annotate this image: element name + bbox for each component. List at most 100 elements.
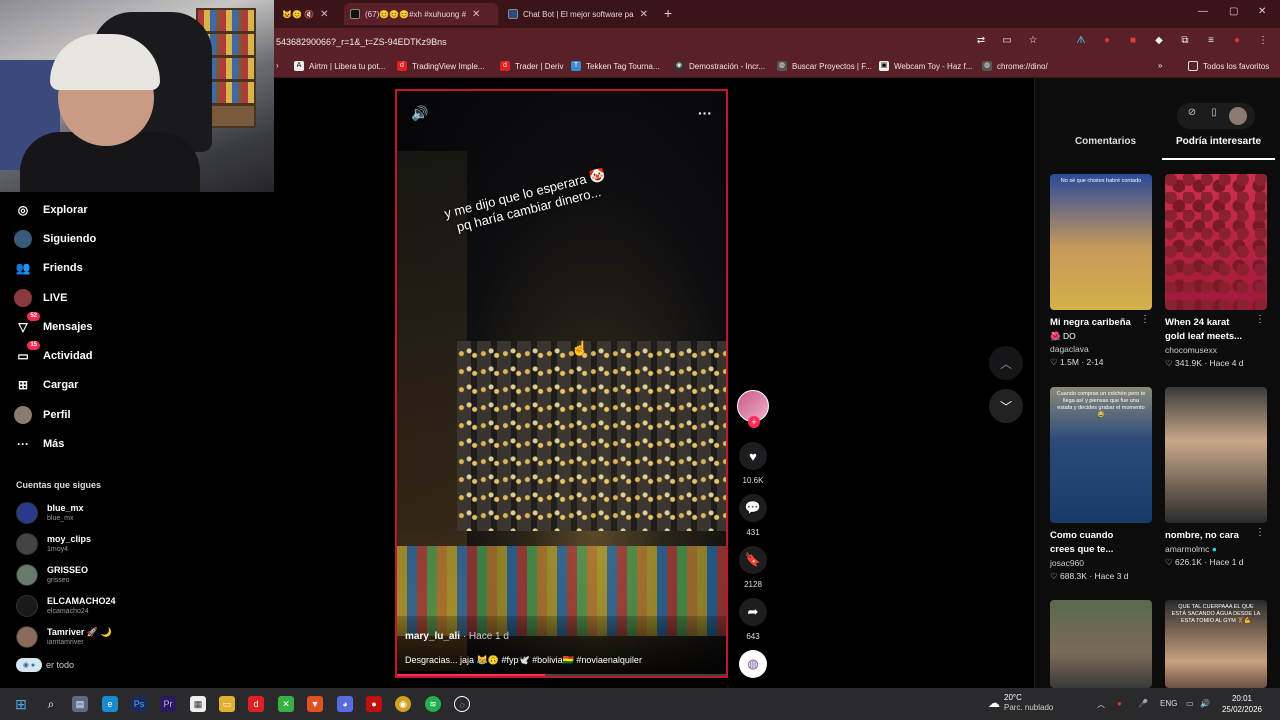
- premiere-icon[interactable]: Pr: [160, 696, 176, 712]
- bookmark-item[interactable]: ◉ Demostración - Incr...: [674, 61, 765, 71]
- deriv-icon[interactable]: d: [248, 696, 264, 712]
- card-more-icon[interactable]: ⋮: [1255, 527, 1265, 538]
- kebab-menu-icon[interactable]: ⋮: [1256, 35, 1270, 46]
- video-thumbnail[interactable]: [1165, 174, 1267, 310]
- recommended-video-card[interactable]: QUE TAL CUERPAAA EL QUE ESTÁ SACANDO ÁGU…: [1165, 600, 1267, 688]
- bookmark-overflow[interactable]: ›: [276, 61, 279, 70]
- windows-start-icon[interactable]: ⊞: [13, 696, 29, 712]
- extension-icon[interactable]: ●: [1100, 35, 1114, 46]
- tab-podria-interesarte[interactable]: Podría interesarte: [1162, 136, 1275, 160]
- bookmark-item[interactable]: d Trader | Deriv: [500, 61, 563, 71]
- mic-icon[interactable]: 🎤: [1138, 699, 1148, 708]
- card-more-icon[interactable]: ⋮: [1255, 314, 1265, 325]
- weather-widget[interactable]: ☁ 20°C Parc. nublado: [988, 693, 1053, 713]
- video-thumbnail[interactable]: [1165, 387, 1267, 523]
- bookmarks-overflow-chevron[interactable]: »: [1158, 61, 1162, 70]
- volume-icon[interactable]: 🔊: [1200, 699, 1210, 708]
- all-bookmarks-folder[interactable]: Todos los favoritos: [1188, 61, 1269, 71]
- nav-actividad[interactable]: ▭ 15 Actividad: [14, 341, 93, 367]
- recommended-video-card[interactable]: Cuando compras un colchón pero te llega …: [1050, 387, 1152, 583]
- tray-app-icon[interactable]: ●: [1117, 699, 1122, 708]
- recommended-video-card[interactable]: [1050, 600, 1152, 688]
- video-thumbnail[interactable]: QUE TAL CUERPAAA EL QUE ESTÁ SACANDO ÁGU…: [1165, 600, 1267, 688]
- comment-button[interactable]: 💬 431: [736, 494, 770, 537]
- translate-icon[interactable]: ⇄: [974, 35, 988, 46]
- recommended-video-card[interactable]: No sé que chistes habré contado Mi negra…: [1050, 174, 1152, 369]
- browser-tab[interactable]: 😺😊 🔇 ✕: [276, 3, 340, 25]
- nav-mas[interactable]: ··· Más: [14, 433, 64, 455]
- taskview-icon[interactable]: ▤: [72, 696, 88, 712]
- cast-icon[interactable]: ▭: [1000, 35, 1014, 46]
- like-button[interactable]: ♥ 10.6K: [736, 442, 770, 485]
- next-video-button[interactable]: ﹀: [989, 389, 1023, 423]
- browser-tab-active[interactable]: (67)😊😊😊#xh #xuhuong # ✕: [344, 3, 498, 25]
- close-icon[interactable]: ✕: [320, 9, 328, 20]
- nav-perfil[interactable]: Perfil: [14, 404, 71, 426]
- followed-account[interactable]: blue_mx blue_mx: [16, 500, 84, 526]
- language-indicator[interactable]: ENG: [1160, 699, 1177, 708]
- recommended-video-card[interactable]: nombre, no cara ⋮ amarmolmc ● ♡ 626.1K ·…: [1165, 387, 1267, 569]
- nav-mensajes[interactable]: ▽ 52 Mensajes: [14, 312, 93, 338]
- bookmark-item[interactable]: ◍ chrome://dino/: [982, 61, 1048, 71]
- author-name[interactable]: mary_lu_ali: [405, 631, 460, 642]
- nav-explorar[interactable]: ◎ Explorar: [14, 199, 88, 221]
- system-clock[interactable]: 20:01 25/02/2026: [1210, 693, 1274, 715]
- previous-video-button[interactable]: ︿: [989, 346, 1023, 380]
- extension-icon[interactable]: ■: [1126, 35, 1140, 46]
- bookmark-item[interactable]: T Tekken Tag Tourna...: [571, 61, 660, 71]
- sound-button[interactable]: ◍: [736, 650, 770, 678]
- puzzle-icon[interactable]: ⧉: [1178, 35, 1192, 46]
- followed-account[interactable]: Tamriver 🚀 🌙 iamtamriver: [16, 624, 112, 650]
- bookmark-item[interactable]: ◍ Buscar Proyectos | F...: [777, 61, 872, 71]
- tab-comentarios[interactable]: Comentarios: [1049, 136, 1162, 160]
- follow-plus-icon[interactable]: +: [748, 416, 760, 428]
- save-button[interactable]: 🔖 2128: [736, 546, 770, 589]
- compass-icon[interactable]: ⊘: [1185, 107, 1199, 125]
- star-icon[interactable]: ☆: [1026, 35, 1040, 46]
- folder-icon[interactable]: ▭: [219, 696, 235, 712]
- brave-icon[interactable]: ▼: [307, 696, 323, 712]
- url-field[interactable]: 54368290066?_r=1&_t=ZS-94EDTKz9Bns: [276, 37, 447, 47]
- close-window-button[interactable]: ✕: [1258, 6, 1266, 17]
- extension-icon[interactable]: ◆: [1152, 35, 1166, 46]
- new-tab-button[interactable]: +: [664, 5, 672, 21]
- close-icon[interactable]: ✕: [472, 9, 480, 20]
- volume-icon[interactable]: 🔊: [411, 105, 428, 122]
- chat-widget-icon[interactable]: ◉ ●: [16, 658, 42, 672]
- card-more-icon[interactable]: ⋮: [1140, 314, 1150, 325]
- maximize-button[interactable]: ▢: [1229, 6, 1238, 17]
- minimize-button[interactable]: —: [1198, 6, 1208, 17]
- card-author[interactable]: josac960: [1050, 557, 1152, 570]
- video-thumbnail[interactable]: Cuando compras un colchón pero te llega …: [1050, 387, 1152, 523]
- video-thumbnail[interactable]: [1050, 600, 1152, 688]
- store-icon[interactable]: ▦: [190, 696, 206, 712]
- app-icon[interactable]: ●: [366, 696, 382, 712]
- extension-icon[interactable]: ᗑ: [1074, 35, 1088, 46]
- video-thumbnail[interactable]: No sé que chistes habré contado: [1050, 174, 1152, 310]
- followed-account[interactable]: GRISSEO grisseo: [16, 562, 88, 588]
- network-icon[interactable]: ▭: [1186, 699, 1194, 708]
- chrome-icon[interactable]: ◉: [395, 696, 411, 712]
- more-options-icon[interactable]: ···: [698, 105, 712, 121]
- avatar[interactable]: [1229, 107, 1247, 125]
- search-icon[interactable]: ⌕: [43, 696, 59, 712]
- nav-siguiendo[interactable]: Siguiendo: [14, 228, 96, 250]
- phone-icon[interactable]: ▯: [1207, 107, 1221, 125]
- close-icon[interactable]: ✕: [640, 9, 648, 20]
- nav-cargar[interactable]: ⊞ Cargar: [14, 374, 79, 396]
- edge-icon[interactable]: e: [102, 696, 118, 712]
- video-player[interactable]: 🔊 ··· y me dijo que lo esperara 🤡 pq har…: [395, 89, 728, 678]
- xbox-icon[interactable]: ✕: [278, 696, 294, 712]
- recommended-video-card[interactable]: When 24 karat ⋮ gold leaf meets... choco…: [1165, 174, 1267, 370]
- tray-chevron-icon[interactable]: ︿: [1097, 699, 1105, 710]
- progress-bar[interactable]: [397, 674, 546, 676]
- photoshop-icon[interactable]: Ps: [131, 696, 147, 712]
- bookmark-item[interactable]: ▣ Webcam Toy - Haz f...: [879, 61, 972, 71]
- bookmark-item[interactable]: A Airtm | Libera tu pot...: [294, 61, 385, 71]
- spotify-icon[interactable]: ≋: [425, 696, 441, 712]
- nav-friends[interactable]: 👥 Friends: [14, 257, 83, 279]
- profile-icon[interactable]: ●: [1230, 35, 1244, 46]
- author-avatar-button[interactable]: +: [736, 390, 770, 428]
- bookmark-item[interactable]: d TradingView Imple...: [397, 61, 484, 71]
- followed-account[interactable]: moy_clips 1moy4: [16, 531, 91, 557]
